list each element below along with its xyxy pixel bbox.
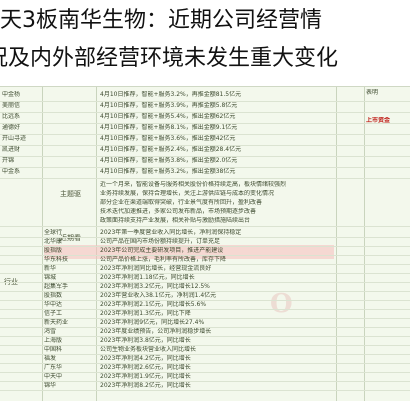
table-cell: 政策面持续支持产业发展，相关补贴与激励措施陆续出台 [100, 217, 251, 224]
table-cell: 中金系 [2, 168, 21, 175]
table-cell: 2023年净利润1.18亿元，同比增长 [100, 274, 195, 281]
table-cell: 中金杨 [2, 91, 21, 98]
table-cell: 公司生物业务板块营业收入同比增长 [100, 346, 197, 353]
table-cell: 广东华 [44, 364, 63, 371]
table-cell: 4月10日推荐，智能+服务3.8%，推出金额2.0亿元 [100, 157, 238, 164]
table-cell: 开山寻迹 [2, 135, 27, 142]
section-label-1: 主题驱 [60, 190, 81, 198]
table-cell: 锦华 [44, 382, 57, 389]
table-cell: 2023年净利润2.1亿元，同比增长5.6% [100, 301, 207, 308]
table-cell: 新华 [44, 265, 57, 272]
table-cell: 2023年营业收入38.1亿元，净利润1.4亿元 [100, 292, 217, 299]
headline-line-2: 况及内外部经营环境未发生重大变化 [0, 46, 339, 71]
table-cell: 2023年度业绩预告，公司净利润稳步增长 [100, 328, 212, 335]
table-cell: 通德好 [2, 124, 21, 131]
top-label: 表明 [366, 89, 379, 96]
table-cell: 4月10日推荐，智能+服务3.2%，再推金额81.5亿元 [100, 91, 242, 98]
headline: 5天3板南华生物：近期公司经营情 况及内外部经营环境未发生重大变化 [0, 0, 410, 88]
table-cell: 4月10日推荐，智能+服务3.2%，推出金额38亿元 [100, 168, 236, 175]
table-cell: 2023年净利润2.6亿元，同比增长 [100, 364, 191, 371]
table-cell: 4月10日推荐，智能+服务2.4%，推出金额28.4亿元 [100, 146, 242, 153]
table-cell: 2023年净利润同比增长，经营现金流良好 [100, 265, 212, 272]
table-cell: 上海版 [44, 337, 63, 344]
table-cell: 部分企业在渠道端取得突破，行业景气度有所回升，盈利改善 [100, 199, 263, 206]
table-cell: 股指版 [44, 247, 63, 254]
row-divider [0, 226, 410, 227]
table-cell: 开锦 [2, 157, 15, 164]
table-cell: 鸿雪 [44, 328, 57, 335]
table-cell: 全球行 [44, 229, 63, 236]
table-cell: 公司产品在国内市场份额持续提升，订单充足 [100, 238, 221, 245]
table-cell: 美丽信 [2, 102, 21, 109]
table-cell: 比远系 [2, 113, 21, 120]
table-cell: 信子工 [44, 310, 63, 317]
table-cell: 技术迭代加速推进，多家公司发布新品，市场预期逐步改善 [100, 208, 257, 215]
table-cell: 超集军手 [44, 283, 69, 290]
table-cell: 2023年净利润4.2亿元，同比增长 [100, 355, 191, 362]
table-cell: 2023年净利润3.8亿元，同比增长 [100, 337, 191, 344]
table-cell: 凯进财 [2, 146, 21, 153]
table-cell: 近一个月来，智能设备与服务相关股份价格持续走高，板块情绪较强烈 [100, 181, 287, 188]
table-cell: 华中达 [44, 301, 63, 308]
table-cell: 2023年第一季度营业收入同比增长，净利润保持稳定 [100, 229, 242, 236]
row-divider [0, 178, 410, 179]
headline-line-1: 5天3板南华生物：近期公司经营情 [0, 8, 322, 33]
table-cell: 业务持续发展，保持合理增长，关注上游供应链与成本的变化情况 [100, 190, 275, 197]
table-cell: 公司产品价格上涨，毛利率有所改善，库存下降 [100, 256, 227, 263]
row-divider [0, 390, 410, 391]
table-cell: 2023年净利润9亿元，同比增长27.4% [100, 319, 205, 326]
table-cell: 2023年净利润3.2亿元，同比增长12.5% [100, 283, 210, 290]
table-cell: 锦城 [44, 274, 57, 281]
table-cell: 2023年净利润1.3亿元，同比下降 [100, 310, 191, 317]
table-cell: 4月10日推荐，智能+服务5.4%，推出金额62亿元 [100, 113, 236, 120]
table-cell: 2023年净利润8.2亿元，同比增长 [100, 382, 191, 389]
table-cell: 4月10日推荐，智能+服务8.1%，推出金额9.1亿元 [100, 124, 238, 131]
table-cell: 4月10日推荐，智能+服务3.6%，推出金额42亿元 [100, 135, 236, 142]
table-cell: 4月10日推荐，智能+服务3.9%，再推金额5.8亿元 [100, 102, 238, 109]
table-cell: 中天中 [44, 373, 63, 380]
table-cell: 中国科 [44, 346, 63, 353]
table-cell: 2023年净利润1.9亿元，同比增长 [100, 373, 191, 380]
table-cell: 北华康 [44, 238, 63, 245]
table-cell: 福发 [44, 355, 57, 362]
spreadsheet-image: 表明 上市资金 主题驱 近期看 行业 O 中金杨 4月10日推荐，智能+服务3.2… [0, 86, 410, 401]
table-cell: 2023年公司完成主要研发项目，推进产能建设 [100, 247, 224, 254]
table-cell: 股指数 [44, 292, 63, 299]
table-cell: 华东科技 [44, 256, 69, 263]
table-cell: 新天药业 [44, 319, 69, 326]
